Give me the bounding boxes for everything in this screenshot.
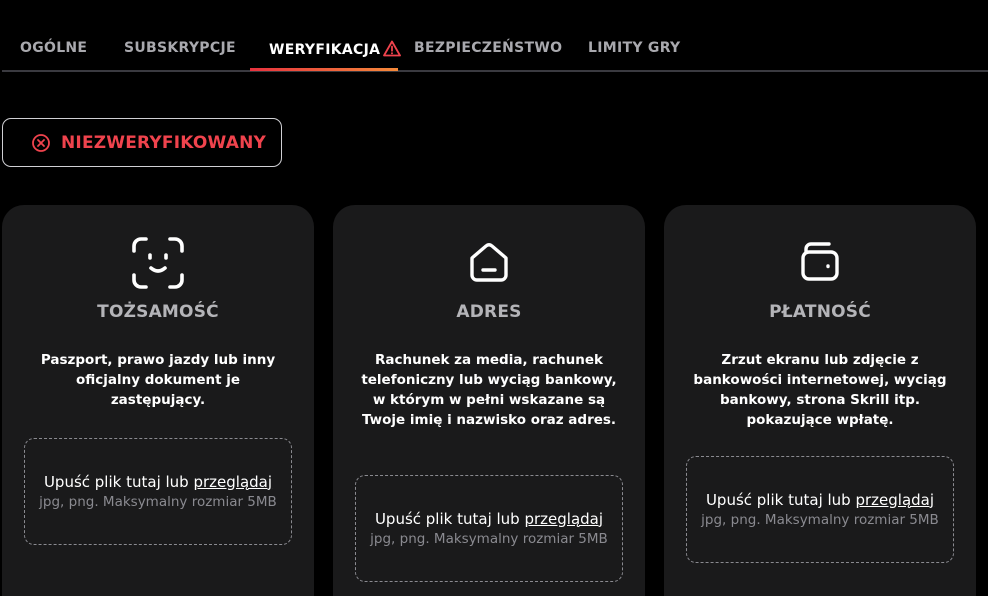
identity-card-description: Paszport, prawo jazdy lub inny oficjalny…: [40, 352, 276, 408]
tab-verification-label: WERYFIKACJA: [269, 42, 381, 58]
tab-general[interactable]: OGÓLNE: [20, 40, 87, 72]
home-icon: [333, 241, 645, 283]
payment-dropzone[interactable]: Upuść plik tutaj lub przeglądaj jpg, png…: [686, 456, 954, 563]
payment-card: PŁATNOŚĆ Zrzut ekranu lub zdjęcie z bank…: [664, 205, 976, 596]
address-card-title: ADRES: [456, 302, 522, 322]
verification-status-label: NIEZWERYFIKOWANY: [61, 132, 267, 153]
dropzone-text: Upuść plik tutaj lub przeglądaj: [43, 472, 273, 491]
identity-card: TOŻSAMOŚĆ Paszport, prawo jazdy lub inny…: [2, 205, 314, 596]
identity-dropzone[interactable]: Upuść plik tutaj lub przeglądaj jpg, png…: [24, 438, 292, 545]
active-tab-indicator: [250, 68, 398, 71]
face-scan-icon: [2, 235, 314, 291]
browse-link[interactable]: przeglądaj: [855, 491, 934, 509]
address-dropzone[interactable]: Upuść plik tutaj lub przeglądaj jpg, png…: [355, 475, 623, 582]
tab-game-limits[interactable]: LIMITY GRY: [588, 40, 680, 72]
browse-link[interactable]: przeglądaj: [193, 473, 272, 491]
payment-card-title: PŁATNOŚĆ: [769, 302, 871, 322]
dropzone-text: Upuść plik tutaj lub przeglądaj: [374, 509, 604, 528]
warning-triangle-icon: [383, 40, 402, 61]
dropzone-hint: jpg, png. Maksymalny rozmiar 5MB: [39, 493, 277, 510]
payment-card-description: Zrzut ekranu lub zdjęcie z bankowości in…: [693, 352, 947, 428]
dropzone-hint: jpg, png. Maksymalny rozmiar 5MB: [370, 530, 608, 547]
tab-bar: OGÓLNE SUBSKRYPCJE WERYFIKACJA BEZPIECZE…: [2, 0, 988, 72]
identity-card-title: TOŻSAMOŚĆ: [97, 302, 219, 322]
tab-subscriptions[interactable]: SUBSKRYPCJE: [124, 40, 236, 72]
verification-page: OGÓLNE SUBSKRYPCJE WERYFIKACJA BEZPIECZE…: [0, 0, 988, 596]
address-card-description: Rachunek za media, rachunek telefoniczny…: [361, 352, 617, 428]
x-circle-icon: [31, 133, 51, 153]
dropzone-hint: jpg, png. Maksymalny rozmiar 5MB: [701, 511, 939, 528]
tab-security[interactable]: BEZPIECZEŃSTWO: [414, 40, 562, 72]
browse-link[interactable]: przeglądaj: [524, 510, 603, 528]
address-card: ADRES Rachunek za media, rachunek telefo…: [333, 205, 645, 596]
wallet-icon: [664, 241, 976, 283]
dropzone-text: Upuść plik tutaj lub przeglądaj: [705, 490, 935, 509]
verification-status-badge: NIEZWERYFIKOWANY: [2, 118, 282, 167]
